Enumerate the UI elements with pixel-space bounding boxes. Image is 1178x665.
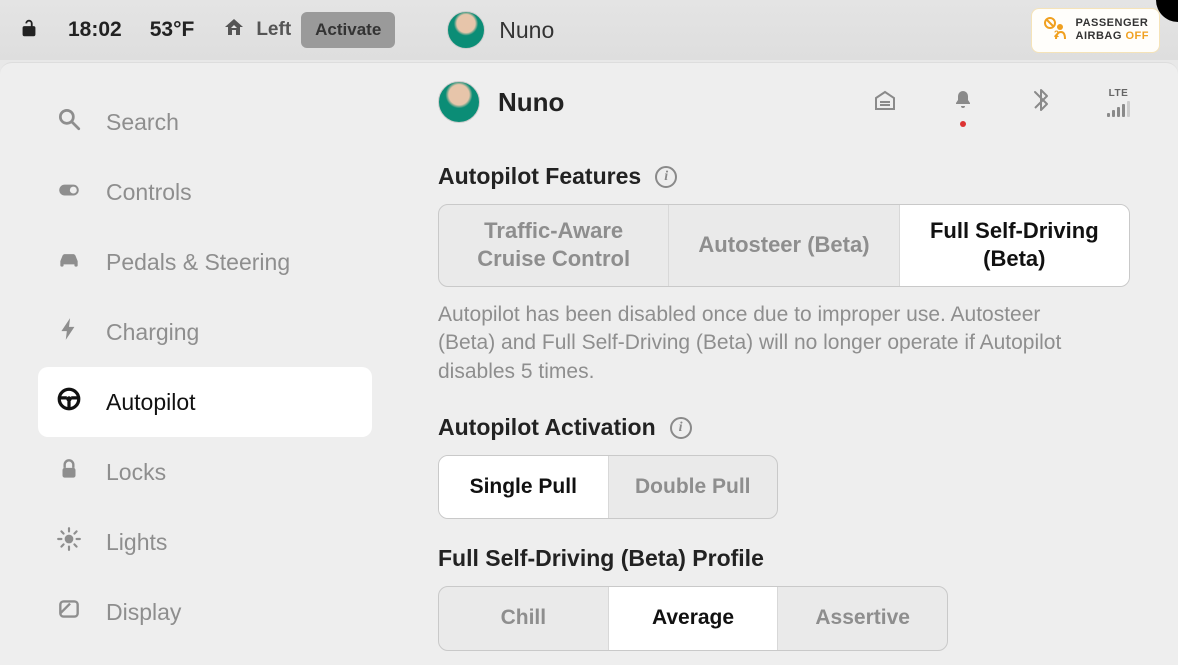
section-title: Autopilot Features xyxy=(438,163,641,190)
toggle-icon xyxy=(56,176,82,208)
sidebar-item-label: Autopilot xyxy=(106,389,196,416)
svg-text:2: 2 xyxy=(1054,29,1059,39)
feature-option-tacc[interactable]: Traffic-Aware Cruise Control xyxy=(439,205,669,286)
unlock-icon[interactable] xyxy=(18,17,40,44)
feature-option-fsd[interactable]: Full Self-Driving (Beta) xyxy=(900,205,1129,286)
avatar xyxy=(447,11,485,49)
section-title: Autopilot Activation xyxy=(438,414,656,441)
airbag-text: PASSENGER AIRBAG OFF xyxy=(1076,17,1149,43)
bolt-icon xyxy=(56,316,82,348)
fsd-profile-option-average[interactable]: Average xyxy=(609,587,779,649)
profile-name: Nuno xyxy=(499,17,554,44)
sidebar-item-locks[interactable]: Locks xyxy=(38,437,372,507)
airbag-icon: 2 xyxy=(1042,15,1068,46)
bluetooth-icon[interactable] xyxy=(1029,88,1053,117)
sidebar-item-search[interactable]: Search xyxy=(38,87,372,157)
sidebar-item-controls[interactable]: Controls xyxy=(38,157,372,227)
signal-bars-icon xyxy=(1107,101,1130,117)
car-icon xyxy=(56,246,82,278)
clock: 18:02 xyxy=(68,18,122,42)
fsd-profile-option-assertive[interactable]: Assertive xyxy=(778,587,947,649)
settings-sidebar: Search Controls Pedals & Steering Chargi… xyxy=(0,63,390,665)
lights-icon xyxy=(56,526,82,558)
topbar-profile[interactable]: Nuno xyxy=(447,11,554,49)
info-icon[interactable]: i xyxy=(670,417,692,439)
sidebar-item-pedals-steering[interactable]: Pedals & Steering xyxy=(38,227,372,297)
activate-button[interactable]: Activate xyxy=(301,12,395,48)
autopilot-activation-segmented: Single Pull Double Pull xyxy=(438,455,778,519)
profile-name: Nuno xyxy=(498,87,564,118)
search-icon xyxy=(56,106,82,138)
sidebar-item-label: Pedals & Steering xyxy=(106,249,290,276)
autopilot-warning-text: Autopilot has been disabled once due to … xyxy=(438,301,1078,386)
steering-wheel-icon xyxy=(56,386,82,418)
homelink-side-label: Left xyxy=(256,19,291,41)
garage-icon[interactable] xyxy=(873,88,897,117)
homelink-cluster[interactable]: Left Activate xyxy=(222,12,395,48)
main-panel: Nuno LTE Autopilot Features i xyxy=(390,63,1178,665)
passenger-airbag-badge[interactable]: 2 PASSENGER AIRBAG OFF xyxy=(1031,8,1160,53)
home-icon xyxy=(222,16,246,45)
sidebar-item-label: Controls xyxy=(106,179,192,206)
top-bar: 18:02 53°F Left Activate Nuno 2 PASSENGE… xyxy=(0,0,1178,60)
section-title: Full Self-Driving (Beta) Profile xyxy=(438,545,764,572)
section-autopilot-activation: Autopilot Activation i Single Pull Doubl… xyxy=(438,414,1130,519)
sidebar-item-label: Search xyxy=(106,109,179,136)
sidebar-item-lights[interactable]: Lights xyxy=(38,507,372,577)
notification-dot xyxy=(960,121,966,127)
sidebar-item-label: Charging xyxy=(106,319,199,346)
sidebar-item-label: Display xyxy=(106,599,181,626)
notifications-icon[interactable] xyxy=(951,88,975,117)
avatar[interactable] xyxy=(438,81,480,123)
display-icon xyxy=(56,596,82,628)
main-header: Nuno LTE xyxy=(438,81,1130,123)
sidebar-item-label: Locks xyxy=(106,459,166,486)
lte-label: LTE xyxy=(1109,88,1129,99)
activation-option-single-pull[interactable]: Single Pull xyxy=(439,456,609,518)
section-autopilot-features: Autopilot Features i Traffic-Aware Cruis… xyxy=(438,163,1130,386)
fsd-profile-segmented: Chill Average Assertive xyxy=(438,586,948,650)
activation-option-double-pull[interactable]: Double Pull xyxy=(609,456,778,518)
info-icon[interactable]: i xyxy=(655,166,677,188)
sidebar-item-display[interactable]: Display xyxy=(38,577,372,647)
feature-option-autosteer[interactable]: Autosteer (Beta) xyxy=(669,205,899,286)
sidebar-item-label: Lights xyxy=(106,529,167,556)
autopilot-features-segmented: Traffic-Aware Cruise Control Autosteer (… xyxy=(438,204,1130,287)
cellular-signal[interactable]: LTE xyxy=(1107,88,1130,117)
fsd-profile-option-chill[interactable]: Chill xyxy=(439,587,609,649)
lock-icon xyxy=(56,456,82,488)
sidebar-item-autopilot[interactable]: Autopilot xyxy=(38,367,372,437)
section-fsd-profile: Full Self-Driving (Beta) Profile Chill A… xyxy=(438,545,1130,650)
sidebar-item-charging[interactable]: Charging xyxy=(38,297,372,367)
temperature: 53°F xyxy=(150,18,195,42)
